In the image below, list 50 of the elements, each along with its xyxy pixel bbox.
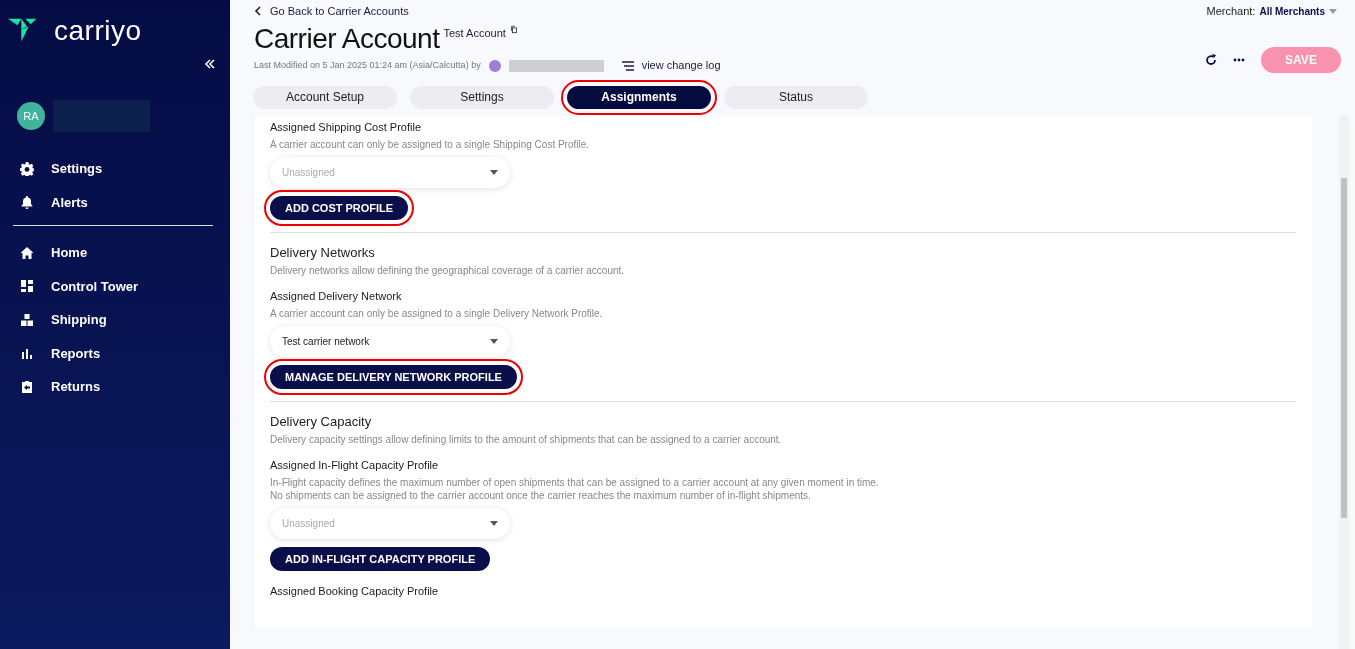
list-icon xyxy=(621,60,634,71)
sidebar-item[interactable]: Settings xyxy=(0,152,230,186)
gear-icon xyxy=(20,161,34,176)
sidebar-item[interactable]: Shipping xyxy=(0,303,230,337)
home-icon xyxy=(20,245,34,260)
page-title: Carrier Account xyxy=(254,25,440,54)
field-description: A carrier account can only be assigned to a single Delivery Network Profile. xyxy=(270,307,604,321)
collapse-icon[interactable] xyxy=(204,58,216,70)
action-button[interactable]: ADD IN-FLIGHT CAPACITY PROFILE xyxy=(270,547,491,572)
field-label: Assigned In-Flight Capacity Profile xyxy=(270,457,440,473)
sidebar-item[interactable]: Home xyxy=(0,236,230,270)
profile-select[interactable]: Test carrier network xyxy=(270,326,510,358)
tab[interactable]: Status xyxy=(724,85,868,109)
user-avatar: RA xyxy=(17,102,45,130)
tab[interactable]: Settings xyxy=(410,85,554,109)
copy-icon[interactable] xyxy=(509,25,518,35)
field-description: In-Flight capacity defines the maximum number of open shipments that can be assigned to a carrier account at any given moment in time. No shipments can be assigned to the carrier account once the carrier reaches the maximum number of in-flight shipments. xyxy=(270,476,880,503)
refresh-icon[interactable] xyxy=(1205,53,1217,66)
more-icon[interactable] xyxy=(1233,57,1245,62)
merchant-dropdown[interactable]: All Merchants xyxy=(1259,3,1325,19)
merchant-label: Merchant: xyxy=(1206,4,1256,19)
account-name: Test Account xyxy=(443,26,506,42)
tab[interactable]: Account Setup xyxy=(253,85,397,109)
field-label: Assigned Delivery Network xyxy=(270,288,403,304)
logo-text: carriyo xyxy=(54,17,142,45)
sidebar-item[interactable]: Alerts xyxy=(0,185,230,219)
caret-down-icon xyxy=(490,170,498,176)
caret-down-icon xyxy=(490,339,498,345)
boxes-icon xyxy=(20,312,34,327)
sidebar-item[interactable]: Control Tower xyxy=(0,269,230,303)
caret-down-icon xyxy=(1329,8,1337,14)
field-label: Assigned Shipping Cost Profile xyxy=(270,119,423,135)
bell-icon xyxy=(20,195,34,210)
section-heading: Delivery Capacity xyxy=(270,413,373,432)
bar-chart-icon xyxy=(20,346,34,361)
caret-down-icon xyxy=(490,521,498,527)
user-avatar xyxy=(488,59,501,72)
sidebar-item[interactable]: Returns xyxy=(0,370,230,404)
section-description: Delivery networks allow defining the geographical coverage of a carrier account. xyxy=(270,263,626,278)
section-heading: Delivery Networks xyxy=(270,244,376,263)
section-description: Delivery capacity settings allow defining limits to the amount of shipments that can be assigned to a carrier account. xyxy=(270,432,783,447)
field-description: A carrier account can only be assigned to a single Shipping Cost Profile. xyxy=(270,138,591,152)
change-log-link[interactable]: view change log xyxy=(621,57,721,74)
chevron-left-icon xyxy=(254,6,262,17)
back-link[interactable]: Go Back to Carrier Accounts xyxy=(254,3,409,20)
sidebar-item[interactable]: Reports xyxy=(0,336,230,370)
field-label: Assigned Booking Capacity Profile xyxy=(270,584,440,600)
dashboard-icon xyxy=(20,279,34,294)
return-icon xyxy=(20,379,34,394)
last-modified-text: Last Modified on 5 Jan 2025 01:24 am (Asia/Calcutta) by xyxy=(254,58,481,72)
